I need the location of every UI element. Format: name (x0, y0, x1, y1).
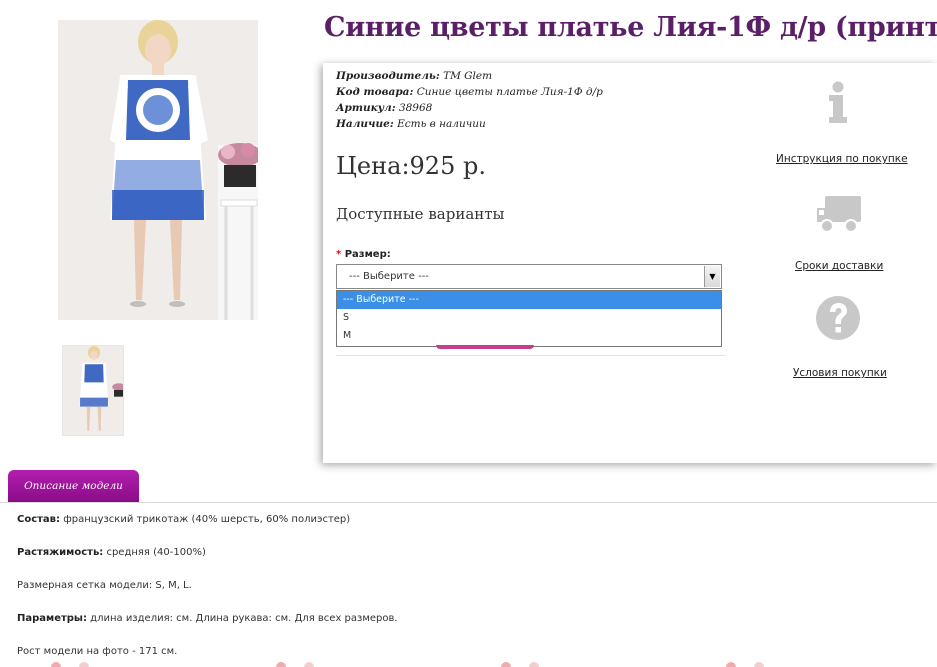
description-line-stretch: Растяжимость: средняя (40-100%) (17, 547, 206, 558)
product-price: Цена:925 р. (336, 152, 486, 180)
buy-button-partial[interactable] (436, 345, 534, 349)
product-title: Синие цветы платье Лия-1Ф д/р (принт) (324, 12, 937, 43)
tab-model-description[interactable]: Описание модели (8, 470, 139, 502)
size-select-value: --- Выберите --- (349, 271, 429, 282)
size-option-m[interactable]: M (337, 327, 721, 345)
product-thumbnail[interactable] (62, 345, 124, 436)
purchase-instructions-link[interactable]: Инструкция по покупке (776, 153, 908, 165)
size-option-s[interactable]: S (337, 309, 721, 327)
tab-divider (0, 502, 937, 503)
meta-article: Артикул: 38968 (336, 102, 433, 114)
size-dropdown-list: --- Выберите --- S M (336, 290, 722, 347)
decorative-shape (726, 662, 764, 667)
description-line-model-height: Рост модели на фото - 171 см. (17, 646, 178, 657)
description-line-composition: Состав: французский трикотаж (40% шерсть… (17, 514, 351, 525)
truck-icon (814, 188, 864, 238)
decorative-shape (501, 662, 539, 667)
product-main-photo[interactable] (58, 20, 258, 320)
divider (336, 355, 726, 356)
decorative-shape (51, 662, 89, 667)
required-mark: * (336, 249, 342, 260)
meta-manufacturer: Производитель: ТМ Glem (336, 70, 493, 82)
delivery-terms-link[interactable]: Сроки доставки (795, 260, 883, 272)
purchase-conditions-link[interactable]: Условия покупки (793, 367, 887, 379)
info-icon (813, 77, 863, 127)
size-select[interactable]: --- Выберите --- ▼ (336, 264, 722, 289)
question-icon (813, 293, 863, 343)
description-line-parameters: Параметры: длина изделия: см. Длина рука… (17, 613, 398, 624)
meta-product-code: Код товара: Синие цветы платье Лия-1Ф д/… (336, 86, 603, 98)
size-label: * Размер: (336, 249, 391, 260)
description-line-size-grid: Размерная сетка модели: S, M, L. (17, 580, 192, 591)
decorative-shape (276, 662, 314, 667)
size-option-placeholder[interactable]: --- Выберите --- (337, 291, 721, 309)
product-meta: Производитель: ТМ Glem Код товара: Синие… (336, 68, 603, 132)
meta-availability: Наличие: Есть в наличии (336, 118, 486, 130)
variants-heading: Доступные варианты (336, 205, 505, 223)
dropdown-arrow-icon[interactable]: ▼ (704, 266, 720, 287)
